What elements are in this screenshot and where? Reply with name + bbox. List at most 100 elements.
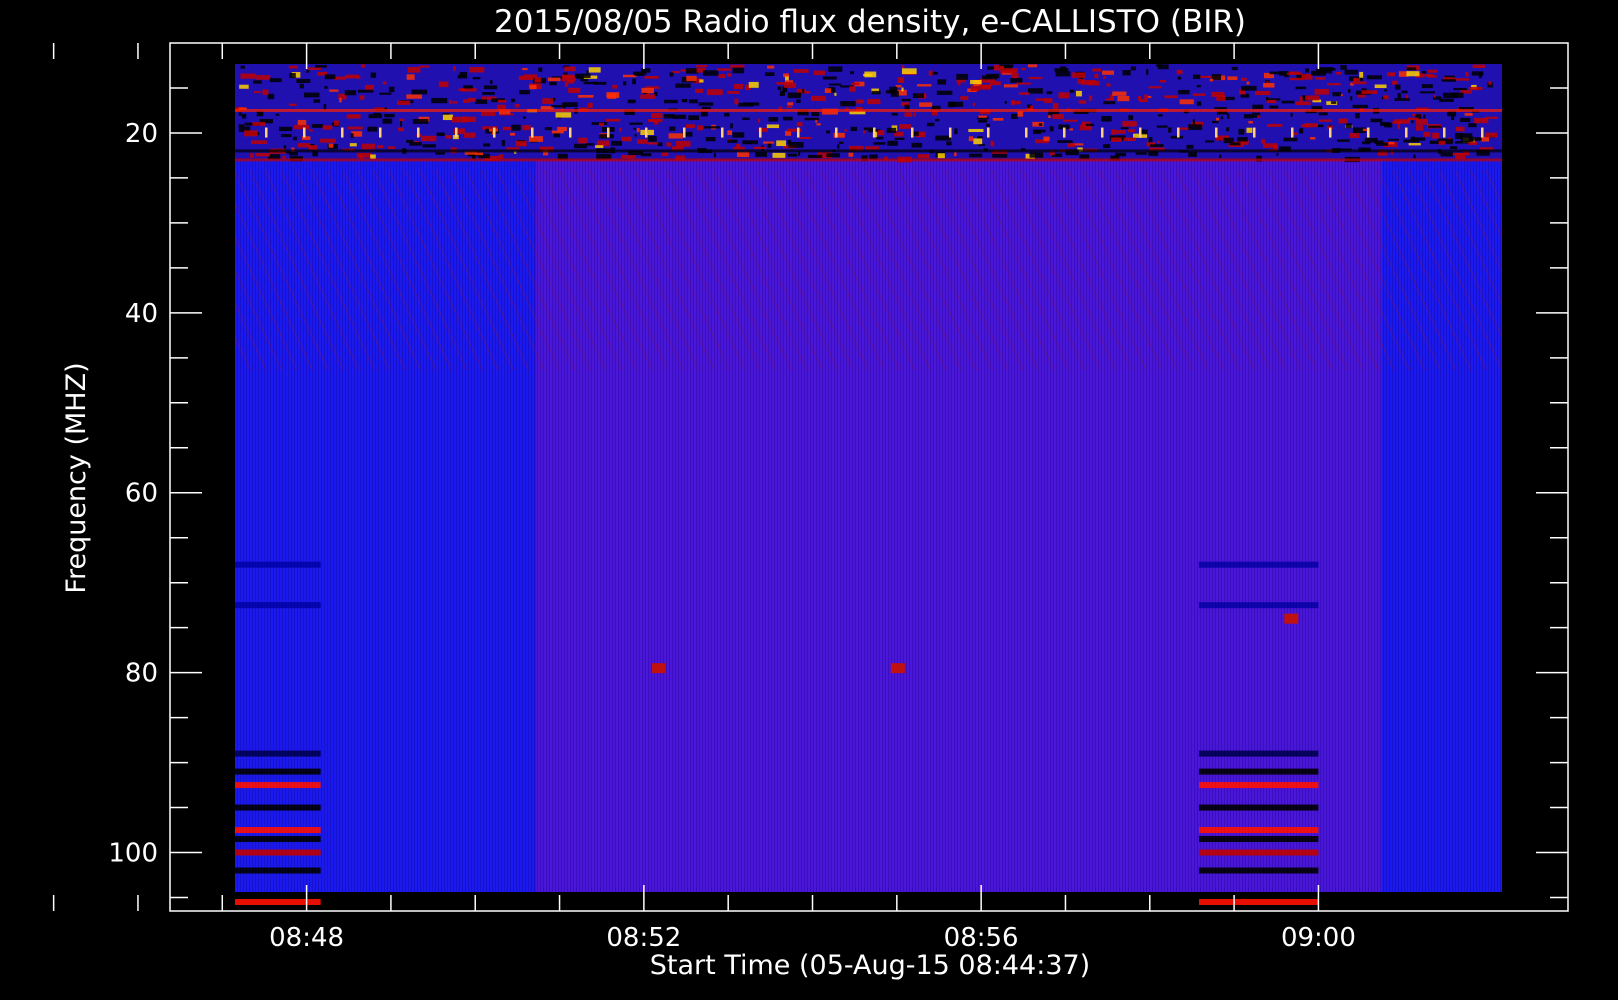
rfi-noise-cell bbox=[968, 128, 984, 133]
rfi-noise-cell bbox=[607, 93, 617, 99]
rfi-noise-cell bbox=[445, 135, 452, 139]
y-tick-label: 100 bbox=[108, 839, 158, 869]
rfi-noise-cell bbox=[912, 93, 924, 98]
rfi-noise-cell bbox=[987, 66, 995, 70]
rfi-noise-cell bbox=[1438, 140, 1446, 145]
rfi-noise-cell bbox=[1010, 77, 1023, 83]
rfi-noise-cell bbox=[651, 113, 663, 119]
periodic-spike bbox=[531, 127, 534, 138]
rfi-noise-cell bbox=[727, 130, 733, 135]
rfi-noise-cell bbox=[1223, 137, 1234, 144]
rfi-noise-cell bbox=[578, 137, 588, 144]
rfi-noise-cell bbox=[704, 126, 721, 129]
rfi-noise-cell bbox=[420, 135, 437, 142]
rfi-noise-cell bbox=[549, 81, 557, 86]
rfi-noise-cell bbox=[727, 139, 738, 143]
rfi-noise-cell bbox=[1111, 129, 1117, 135]
rfi-noise-cell bbox=[1079, 154, 1090, 159]
rfi-noise-cell bbox=[1318, 112, 1328, 116]
rfi-noise-cell bbox=[1320, 67, 1336, 71]
rfi-noise-cell bbox=[397, 100, 411, 105]
rfi-noise-cell bbox=[1148, 86, 1162, 89]
rfi-noise-cell bbox=[1111, 137, 1122, 142]
rfi-noise-cell bbox=[1060, 66, 1067, 71]
rfi-noise-cell bbox=[1305, 95, 1320, 101]
rfi-noise-cell bbox=[311, 124, 324, 128]
rfi-noise-cell bbox=[296, 78, 311, 83]
rfi-noise-cell bbox=[1069, 89, 1075, 93]
interference-line bbox=[235, 804, 321, 811]
rfi-noise-cell bbox=[793, 69, 809, 73]
rfi-noise-cell bbox=[1452, 92, 1464, 98]
rfi-noise-cell bbox=[1029, 152, 1044, 158]
rfi-noise-cell bbox=[734, 98, 739, 105]
rfi-noise-cell bbox=[452, 101, 458, 104]
periodic-spike bbox=[1253, 127, 1256, 138]
rfi-noise-cell bbox=[308, 67, 322, 70]
rfi-noise-cell bbox=[1419, 91, 1435, 94]
rfi-noise-cell bbox=[804, 117, 820, 121]
rfi-noise-cell bbox=[382, 118, 393, 124]
rfi-noise-cell bbox=[1269, 71, 1283, 75]
rfi-noise-cell bbox=[856, 99, 864, 104]
rfi-noise-cell bbox=[407, 66, 421, 73]
rfi-noise-cell bbox=[1130, 66, 1136, 71]
rfi-noise-cell bbox=[730, 123, 733, 129]
rfi-noise-cell bbox=[1196, 101, 1202, 106]
rfi-noise-cell bbox=[826, 130, 831, 134]
periodic-spike bbox=[1329, 127, 1332, 138]
rfi-noise-cell bbox=[1281, 100, 1295, 104]
rfi-noise-cell bbox=[506, 147, 520, 150]
periodic-spike bbox=[759, 127, 762, 138]
rfi-noise-cell bbox=[308, 145, 318, 150]
interference-line bbox=[1198, 827, 1319, 834]
rfi-noise-cell bbox=[787, 139, 792, 144]
y-axis-label: Frequency (MHZ) bbox=[61, 362, 92, 593]
rfi-noise-cell bbox=[1394, 119, 1410, 124]
rfi-noise-cell bbox=[431, 97, 448, 104]
rfi-line bbox=[235, 108, 1502, 112]
rfi-noise-cell bbox=[1156, 125, 1168, 128]
rfi-noise-cell bbox=[1311, 70, 1326, 76]
rfi-noise-cell bbox=[464, 132, 476, 138]
rfi-noise-cell bbox=[919, 102, 933, 107]
rfi-noise-cell bbox=[1188, 151, 1197, 157]
rfi-noise-cell bbox=[697, 125, 704, 131]
rfi-noise-cell bbox=[1027, 88, 1043, 94]
rfi-noise-cell bbox=[588, 67, 601, 73]
rfi-noise-cell bbox=[669, 72, 674, 77]
rfi-noise-cell bbox=[529, 84, 537, 90]
rfi-noise-cell bbox=[826, 153, 840, 158]
rfi-noise-cell bbox=[1164, 95, 1178, 99]
rfi-noise-cell bbox=[1353, 129, 1356, 133]
rfi-noise-cell bbox=[973, 138, 983, 145]
rfi-noise-cell bbox=[472, 76, 481, 80]
rfi-noise-cell bbox=[1030, 105, 1034, 110]
rfi-noise-cell bbox=[1332, 92, 1342, 97]
rfi-noise-cell bbox=[612, 84, 618, 89]
rfi-noise-cell bbox=[634, 73, 645, 76]
rfi-noise-cell bbox=[238, 124, 245, 128]
rfi-noise-cell bbox=[350, 133, 354, 139]
rfi-noise-cell bbox=[1157, 140, 1160, 144]
rfi-noise-cell bbox=[863, 73, 873, 77]
rfi-noise-cell bbox=[979, 78, 996, 83]
rfi-noise-cell bbox=[398, 127, 404, 132]
rfi-noise-cell bbox=[732, 132, 745, 138]
rfi-noise-cell bbox=[1460, 117, 1471, 123]
rfi-noise-cell bbox=[1032, 129, 1042, 134]
rfi-noise-cell bbox=[767, 65, 775, 69]
rfi-noise-cell bbox=[1315, 77, 1326, 80]
rfi-noise-cell bbox=[863, 130, 866, 134]
interference-line bbox=[235, 836, 321, 843]
heatmap-vertical-stripes bbox=[235, 64, 1502, 892]
rfi-noise-cell bbox=[289, 152, 299, 156]
interference-line bbox=[235, 768, 321, 775]
rfi-noise-cell bbox=[1241, 85, 1257, 91]
rfi-noise-cell bbox=[422, 144, 437, 148]
rfi-noise-cell bbox=[828, 83, 842, 86]
interference-line bbox=[1198, 849, 1319, 856]
rfi-noise-cell bbox=[867, 98, 881, 105]
periodic-spike bbox=[1291, 127, 1294, 138]
rfi-noise-cell bbox=[523, 116, 526, 119]
